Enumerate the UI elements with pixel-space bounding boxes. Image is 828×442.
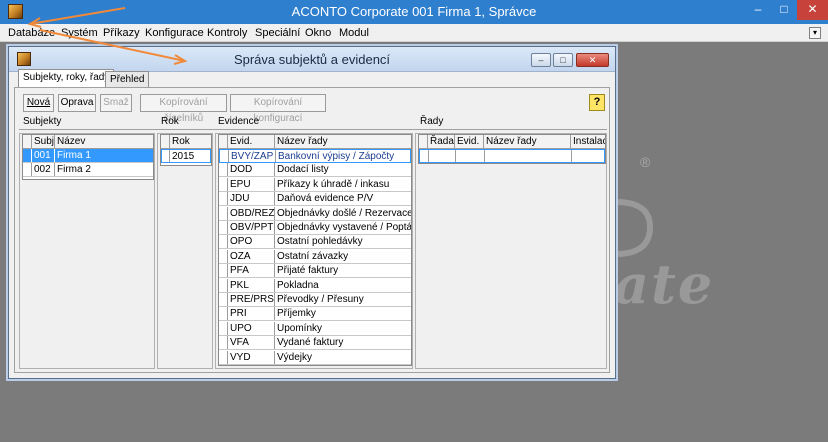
annotation-arrows — [27, 7, 188, 65]
